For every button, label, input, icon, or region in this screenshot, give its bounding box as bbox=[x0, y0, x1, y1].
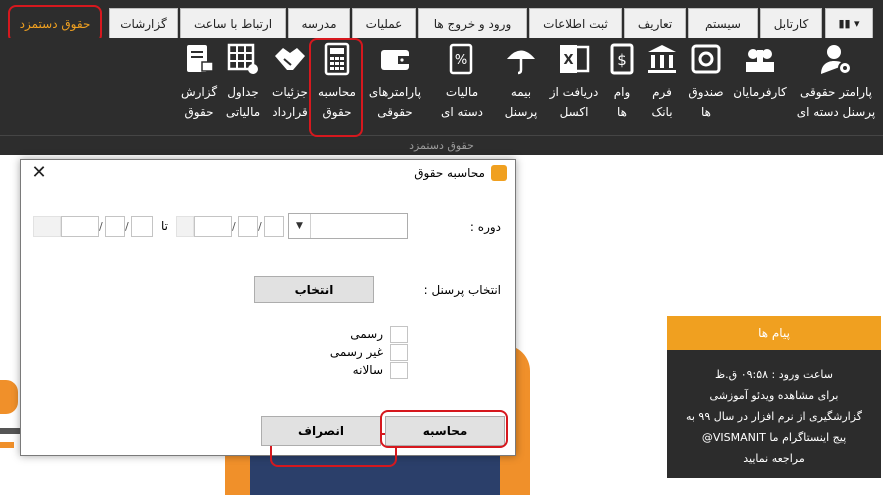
ribbon-bank-form-button[interactable]: فرم بانک bbox=[642, 42, 682, 122]
message-line: ساعت ورود : ۰۹:۵۸ ق.ظ bbox=[714, 368, 833, 381]
ribbon-loans-button[interactable]: $ وام ها bbox=[604, 42, 640, 122]
to-date-month[interactable] bbox=[105, 216, 125, 237]
table-icon bbox=[227, 43, 258, 74]
ribbon-group-label: حقوق دستمزد bbox=[0, 135, 883, 155]
dialog-title: محاسبه حقوق bbox=[414, 166, 485, 180]
app-icon bbox=[491, 165, 507, 181]
svg-text:X: X bbox=[563, 53, 573, 68]
cancel-button[interactable]: انصراف bbox=[261, 416, 381, 446]
umbrella-icon bbox=[507, 50, 535, 75]
handshake-icon bbox=[275, 48, 305, 70]
tab-cartable[interactable]: کارتابل bbox=[760, 8, 822, 38]
calculate-button[interactable]: محاسبه bbox=[385, 416, 505, 446]
tab-data-entry[interactable]: ثبت اطلاعات bbox=[529, 8, 622, 38]
calculate-payroll-dialog: محاسبه حقوق ✕ دوره : ▼ / / تا / / انتخاب… bbox=[20, 159, 516, 467]
dialog-title-bar: محاسبه حقوق ✕ bbox=[21, 160, 515, 188]
message-line: گزارشگیری از نرم افزار در سال ۹۹ به bbox=[685, 410, 863, 423]
to-label: تا bbox=[161, 219, 168, 233]
personnel-label: انتخاب پرسنل : bbox=[423, 283, 501, 297]
annual-checkbox[interactable] bbox=[390, 362, 408, 379]
bank-icon bbox=[648, 45, 676, 73]
from-date-calendar[interactable] bbox=[176, 216, 194, 237]
unofficial-label: غیر رسمی bbox=[329, 345, 383, 359]
close-icon[interactable]: ✕ bbox=[29, 164, 49, 184]
ribbon-tax-tables-button[interactable]: جداول مالیاتی bbox=[220, 42, 266, 122]
user-settings-icon bbox=[821, 45, 852, 75]
ribbon-contract-details-button[interactable]: جزئیات قرارداد bbox=[268, 42, 312, 122]
layout-icon: ▮▮ ▾ bbox=[838, 17, 860, 30]
tab-clock-connection[interactable]: ارتباط با ساعت bbox=[180, 8, 286, 38]
official-checkbox[interactable] bbox=[390, 326, 408, 343]
wallet-icon bbox=[381, 50, 409, 70]
ribbon-insurance-button[interactable]: بیمه پرسنل bbox=[498, 42, 544, 122]
quick-menu-tab[interactable]: ▮▮ ▾ bbox=[825, 8, 873, 38]
from-date-year[interactable] bbox=[194, 216, 232, 237]
tab-operations[interactable]: عملیات bbox=[352, 8, 416, 38]
messages-body: ساعت ورود : ۰۹:۵۸ ق.ظ برای مشاهده ویدئو … bbox=[667, 350, 881, 469]
tab-reports[interactable]: گزارشات bbox=[109, 8, 178, 38]
svg-text:%: % bbox=[455, 53, 467, 68]
messages-header: پیام ها bbox=[667, 316, 881, 350]
period-label: دوره : bbox=[469, 220, 501, 234]
safe-icon bbox=[691, 44, 721, 74]
message-line: مراجعه نمایید bbox=[743, 452, 805, 465]
excel-icon: X bbox=[560, 45, 590, 73]
period-select[interactable]: ▼ bbox=[288, 213, 408, 239]
tab-attendance[interactable]: ورود و خروج ها bbox=[418, 8, 527, 38]
message-line: برای مشاهده ویدئو آموزشی bbox=[709, 389, 839, 402]
ribbon-personnel-params-button[interactable]: پارامتر حقوقی پرسنل دسته ای bbox=[792, 42, 880, 122]
ribbon: پارامتر حقوقی پرسنل دسته ای کارفرمایان صن… bbox=[0, 38, 883, 155]
report-icon bbox=[187, 45, 214, 72]
loan-icon: $ bbox=[610, 43, 634, 75]
messages-panel: پیام ها ساعت ورود : ۰۹:۵۸ ق.ظ برای مشاهد… bbox=[667, 316, 881, 478]
ribbon-import-excel-button[interactable]: X دریافت از اکسل bbox=[546, 42, 602, 122]
to-date-day[interactable] bbox=[131, 216, 153, 237]
select-personnel-button[interactable]: انتخاب bbox=[254, 276, 374, 303]
tab-system[interactable]: سیستم bbox=[688, 8, 758, 38]
tab-payroll[interactable]: حقوق دستمزد bbox=[10, 8, 100, 38]
tab-school[interactable]: مدرسه bbox=[288, 8, 350, 38]
tab-definitions[interactable]: تعاریف bbox=[624, 8, 686, 38]
from-date-day[interactable] bbox=[264, 216, 284, 237]
official-label: رسمی bbox=[350, 327, 383, 341]
ribbon-group-tax-button[interactable]: % مالیات دسته ای bbox=[428, 42, 496, 122]
employers-icon bbox=[746, 49, 774, 72]
ribbon-payroll-report-button[interactable]: گزارش حقوق bbox=[178, 42, 220, 122]
message-line: پیج اینستاگرام ما VISMANIT@ bbox=[701, 431, 847, 444]
ribbon-employers-button[interactable]: کارفرمایان bbox=[730, 42, 790, 102]
ribbon-safes-button[interactable]: صندوق ها bbox=[685, 42, 727, 122]
top-tab-bar: ▮▮ ▾ کارتابل سیستم تعاریف ثبت اطلاعات ور… bbox=[0, 0, 883, 38]
svg-text:$: $ bbox=[617, 51, 627, 69]
to-date-year[interactable] bbox=[61, 216, 99, 237]
ribbon-payroll-params-button[interactable]: پارامترهای حقوقی bbox=[364, 42, 426, 122]
tax-icon: % bbox=[449, 43, 473, 75]
from-date-month[interactable] bbox=[238, 216, 258, 237]
to-date-calendar[interactable] bbox=[33, 216, 61, 237]
unofficial-checkbox[interactable] bbox=[390, 344, 408, 361]
calculator-icon bbox=[324, 42, 350, 76]
chevron-down-icon[interactable]: ▼ bbox=[289, 214, 311, 238]
annual-label: سالانه bbox=[352, 363, 383, 377]
ribbon-calculate-payroll-button[interactable]: محاسبه حقوق bbox=[313, 42, 361, 122]
